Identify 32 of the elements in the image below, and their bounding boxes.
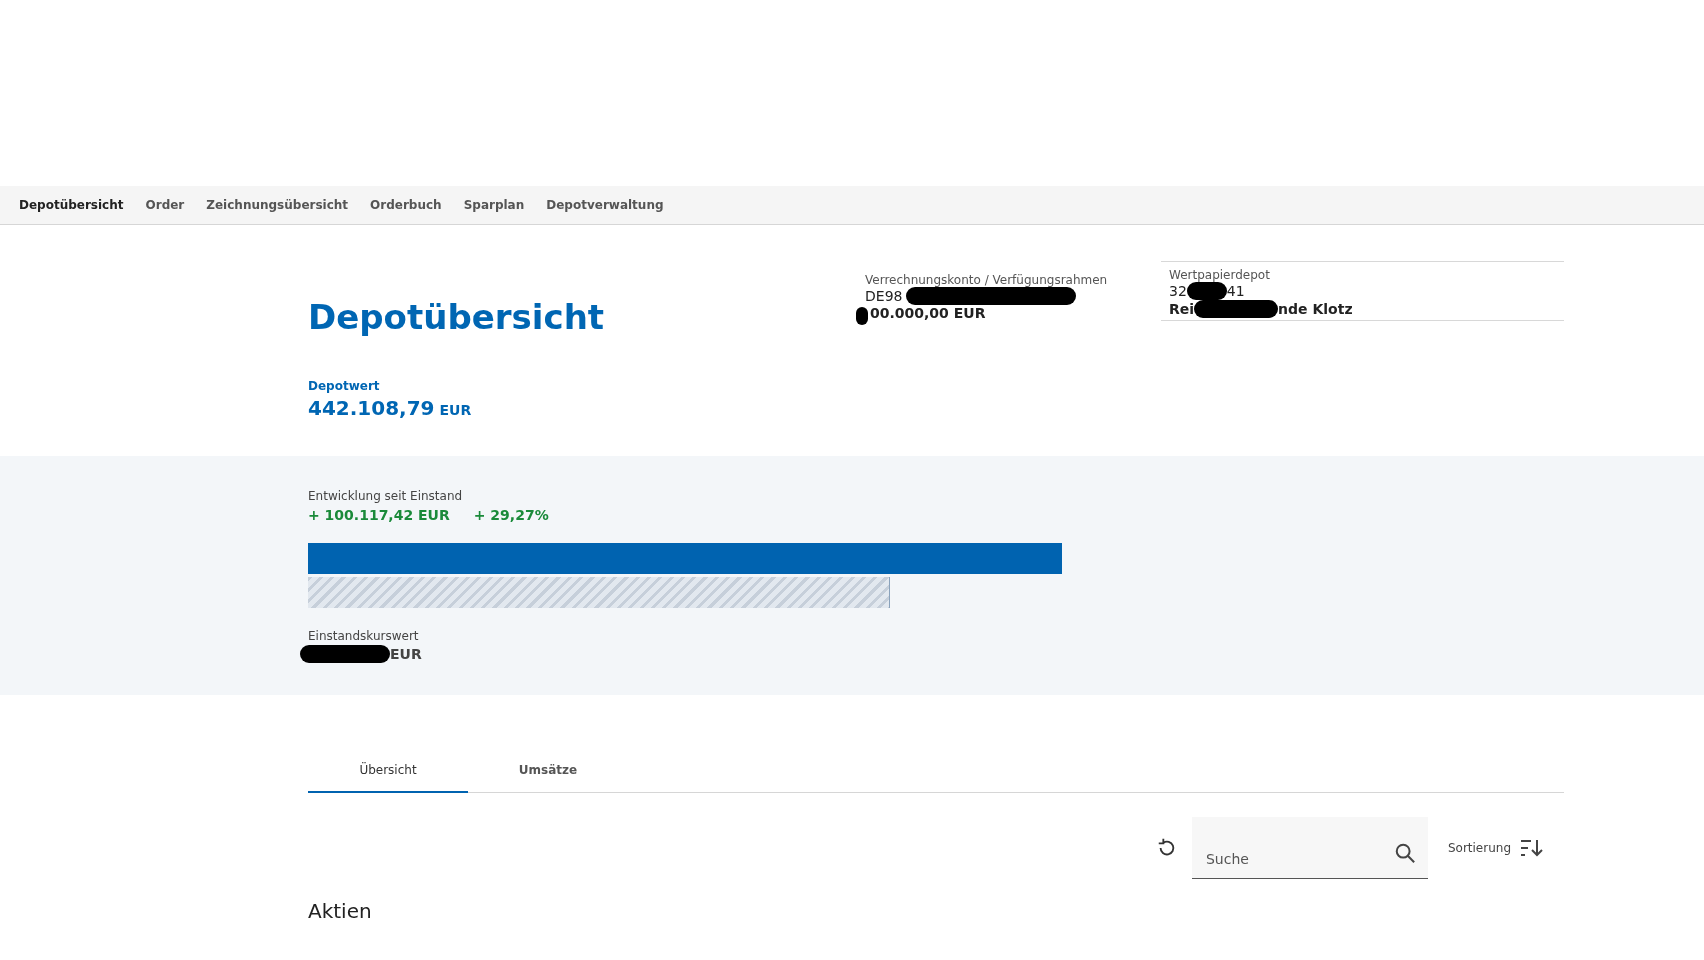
cost-label: Einstandskurswert bbox=[308, 629, 420, 643]
nav-item[interactable]: Depotübersicht bbox=[19, 197, 124, 213]
gain-amount: + 100.117,42 EUR bbox=[308, 507, 450, 523]
nav-item[interactable]: Orderbuch bbox=[370, 197, 442, 213]
tab[interactable]: Übersicht bbox=[308, 748, 468, 793]
account-limit: 00.000,00 EUR bbox=[870, 305, 986, 321]
account-number: DE98 bbox=[865, 288, 903, 304]
nav-item[interactable]: Depotverwaltung bbox=[546, 197, 664, 213]
depot-number: 32 bbox=[1169, 283, 1187, 299]
sort-button[interactable]: Sortierung bbox=[1441, 837, 1549, 859]
depot-owner: nde Klotz bbox=[1278, 301, 1353, 317]
page-title: Depotübersicht bbox=[308, 297, 605, 337]
section-title: Aktien bbox=[308, 899, 373, 923]
redaction-mark bbox=[856, 307, 868, 325]
nav-item[interactable]: Zeichnungsübersicht bbox=[206, 197, 349, 213]
depot-owner: Rei bbox=[1169, 301, 1195, 317]
nav-item[interactable]: Order bbox=[145, 197, 185, 213]
account-label: Verrechnungskonto / Verfügungsrahmen bbox=[865, 273, 1109, 287]
currency: EUR bbox=[390, 646, 422, 662]
sort-icon[interactable] bbox=[1519, 838, 1543, 858]
depot-label: Wertpapierdepot bbox=[1169, 268, 1271, 282]
currency: EUR bbox=[439, 402, 472, 418]
depot-number: 41 bbox=[1226, 283, 1245, 299]
search-input[interactable]: Suche bbox=[1203, 850, 1394, 868]
development-label: Entwicklung seit Einstand bbox=[308, 489, 464, 503]
depot-value: 442.108,79 bbox=[308, 396, 435, 420]
nav-item[interactable]: Sparplan bbox=[463, 197, 525, 213]
gain-percent: + 29,27% bbox=[473, 507, 549, 523]
search-icon[interactable] bbox=[1393, 842, 1416, 864]
depot-value-label: Depotwert bbox=[308, 379, 381, 393]
search-field[interactable]: Suche bbox=[1191, 817, 1428, 879]
tab[interactable]: Umsätze bbox=[468, 748, 628, 793]
